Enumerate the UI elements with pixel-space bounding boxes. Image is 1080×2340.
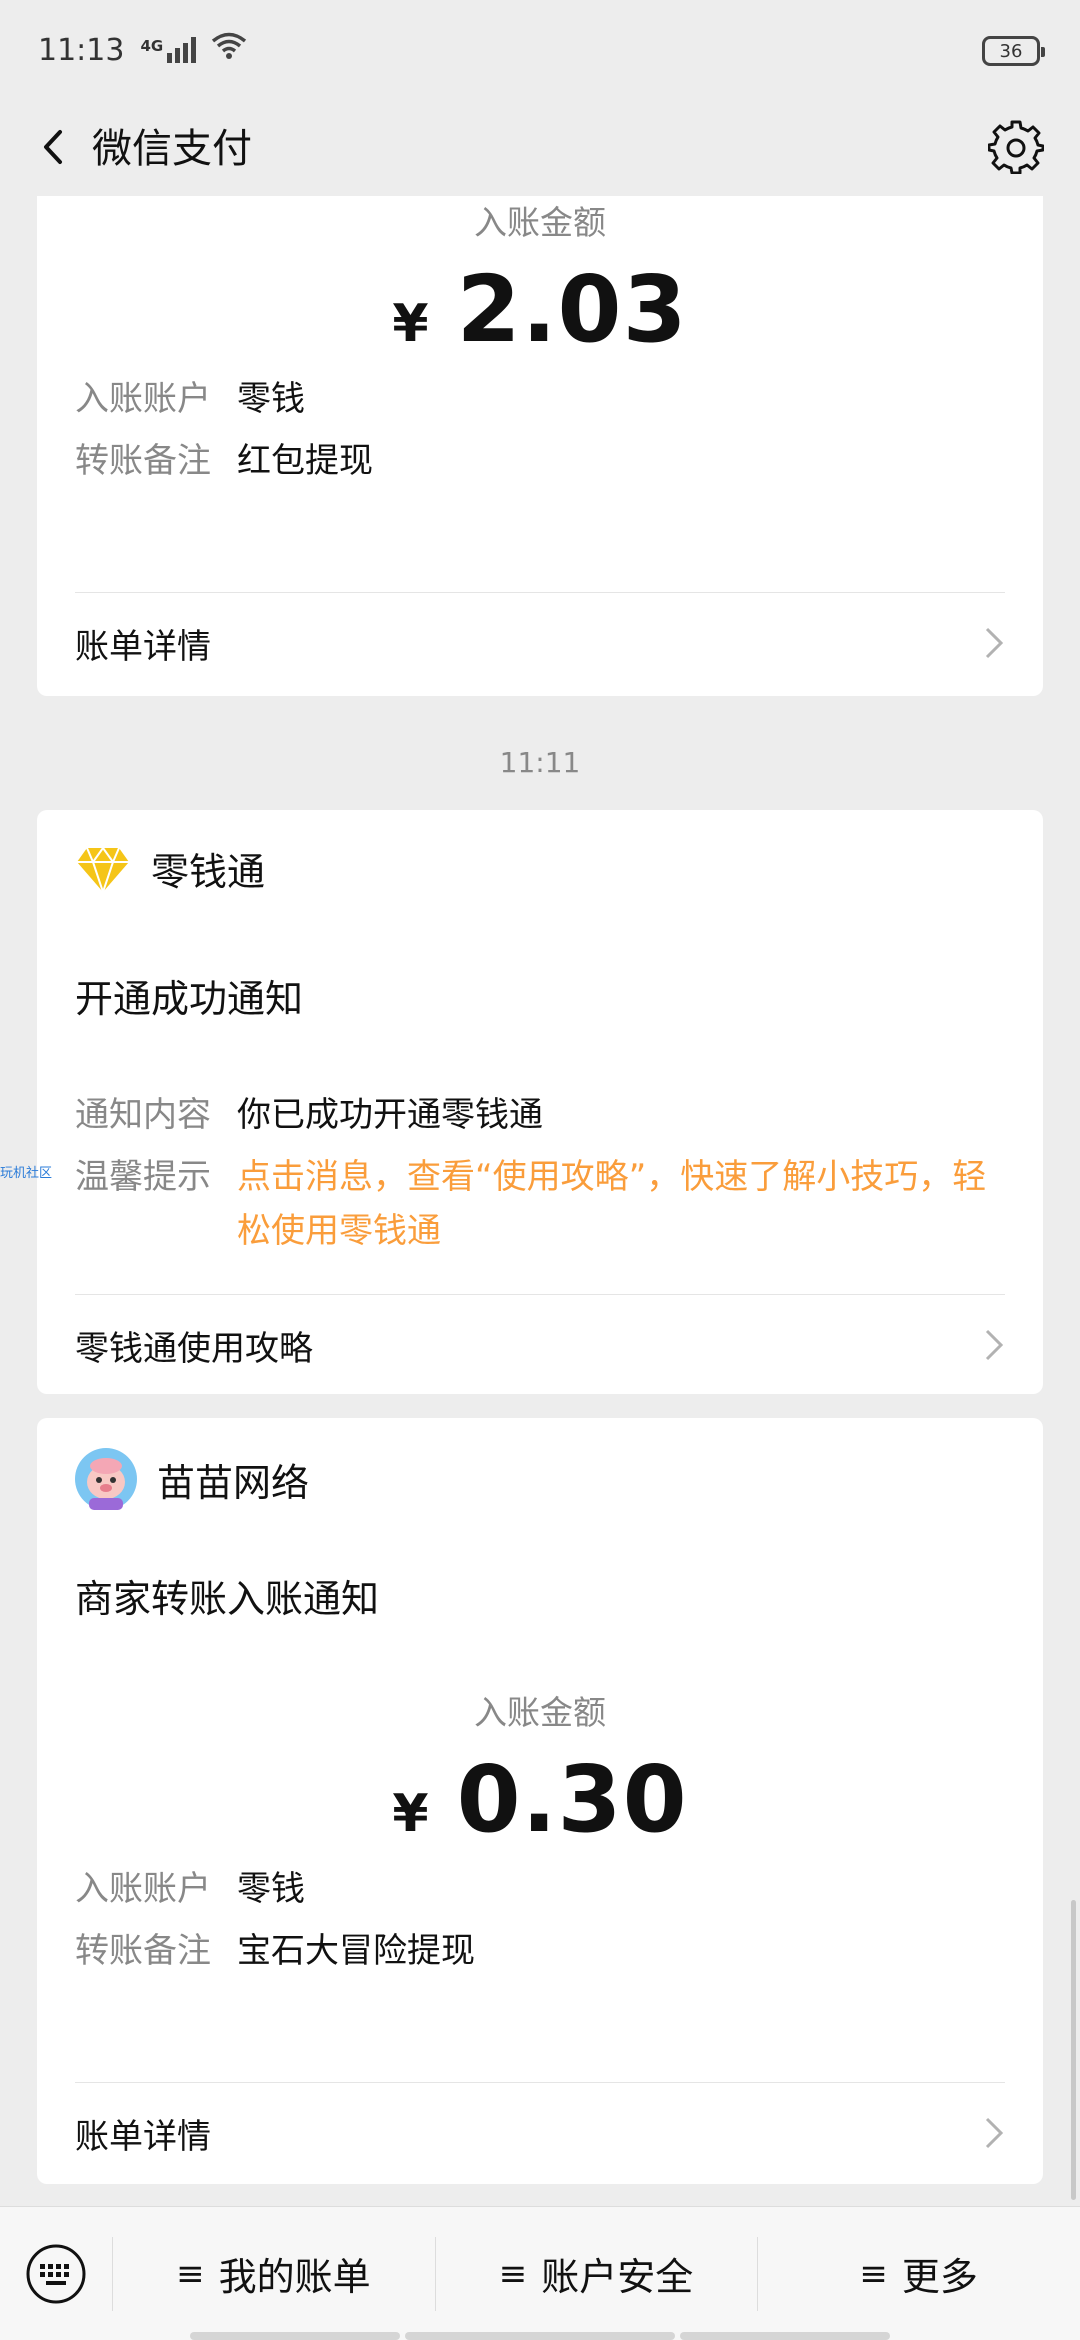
link-label: 账单详情 bbox=[75, 2116, 211, 2157]
bottom-menu-bar: ≡ 我的账单 ≡ 账户安全 ≡ 更多 bbox=[0, 2206, 1080, 2340]
currency-symbol: ¥ bbox=[392, 1784, 429, 1844]
notice-title: 商家转账入账通知 bbox=[75, 1577, 380, 1621]
currency-symbol: ¥ bbox=[392, 294, 429, 354]
row-value: 红包提现 bbox=[237, 441, 373, 481]
chevron-right-icon bbox=[985, 627, 1004, 659]
chevron-right-icon bbox=[985, 2117, 1004, 2149]
back-icon[interactable] bbox=[30, 122, 80, 172]
card-header: 零钱通 bbox=[75, 840, 265, 896]
amount-value: 2.03 bbox=[456, 256, 688, 363]
row-key: 转账备注 bbox=[75, 1931, 211, 1971]
detail-row: 转账备注 宝石大冒险提现 bbox=[75, 1924, 1005, 1978]
link-label: 账单详情 bbox=[75, 626, 211, 667]
detail-row: 转账备注 红包提现 bbox=[75, 434, 1005, 488]
row-key: 入账账户 bbox=[75, 1869, 211, 1909]
battery-icon: 36 bbox=[982, 36, 1045, 66]
menu-account-security[interactable]: ≡ 账户安全 bbox=[434, 2207, 758, 2340]
amount-value: 0.30 bbox=[456, 1746, 688, 1853]
amount-label: 入账金额 bbox=[474, 203, 606, 242]
watermark-tag: 玩机社区 bbox=[0, 1166, 53, 1181]
menu-icon: ≡ bbox=[859, 2253, 888, 2294]
scrollbar[interactable] bbox=[1071, 1900, 1076, 2200]
detail-row: 入账账户 零钱 bbox=[75, 372, 1005, 426]
row-key: 温馨提示 bbox=[75, 1157, 211, 1197]
gesture-bar bbox=[190, 2332, 400, 2340]
guide-link[interactable]: 零钱通使用攻略 bbox=[75, 1295, 1005, 1395]
menu-icon: ≡ bbox=[498, 2253, 528, 2294]
amount-display: ¥ 0.30 bbox=[37, 1746, 1043, 1853]
wifi-icon bbox=[211, 32, 247, 68]
row-value: 你已成功开通零钱通 bbox=[237, 1095, 543, 1135]
detail-row: 通知内容 你已成功开通零钱通 bbox=[75, 1088, 1005, 1142]
status-time: 11:13 bbox=[38, 32, 125, 68]
amount-label: 入账金额 bbox=[474, 1693, 606, 1732]
transfer-card[interactable]: 苗苗网络 商家转账入账通知 入账金额 ¥ 0.30 入账账户 零钱 转账备注 宝… bbox=[37, 1418, 1043, 2184]
battery-level: 36 bbox=[999, 40, 1023, 62]
menu-more[interactable]: ≡ 更多 bbox=[757, 2207, 1080, 2340]
gesture-bar bbox=[680, 2332, 890, 2340]
app-name: 苗苗网络 bbox=[157, 1460, 310, 1505]
row-value: 零钱 bbox=[237, 379, 305, 419]
nav-bar: 微信支付 bbox=[0, 100, 1080, 196]
gesture-bar bbox=[405, 2332, 675, 2340]
row-key: 转账备注 bbox=[75, 441, 211, 481]
gear-icon[interactable] bbox=[987, 118, 1045, 175]
tip-text: 点击消息，查看“使用攻略”，快速了解小技巧，轻松使用零钱通 bbox=[237, 1157, 987, 1251]
bill-details-link[interactable]: 账单详情 bbox=[75, 2083, 1005, 2183]
keyboard-icon bbox=[26, 2244, 86, 2303]
detail-row: 入账账户 零钱 bbox=[75, 1862, 1005, 1916]
status-bar: 11:13 4G 36 bbox=[0, 0, 1080, 100]
menu-label: 账户安全 bbox=[541, 2255, 694, 2299]
bill-details-link[interactable]: 账单详情 bbox=[75, 593, 1005, 693]
menu-label: 我的账单 bbox=[218, 2255, 371, 2299]
row-value: 宝石大冒险提现 bbox=[237, 1931, 475, 1971]
menu-icon: ≡ bbox=[176, 2253, 205, 2294]
chevron-right-icon bbox=[985, 1329, 1004, 1361]
row-value: 零钱 bbox=[237, 1869, 305, 1909]
link-label: 零钱通使用攻略 bbox=[75, 1328, 313, 1369]
menu-my-bills[interactable]: ≡ 我的账单 bbox=[112, 2207, 435, 2340]
merchant-avatar-icon bbox=[75, 1448, 137, 1510]
keyboard-toggle-button[interactable] bbox=[0, 2207, 112, 2340]
notice-card[interactable]: 零钱通 开通成功通知 通知内容 你已成功开通零钱通 温馨提示 点击消息，查看“使… bbox=[37, 810, 1043, 1394]
transfer-card[interactable]: 入账金额 ¥ 2.03 入账账户 零钱 转账备注 红包提现 账单详情 bbox=[37, 196, 1043, 696]
row-key: 通知内容 bbox=[75, 1095, 211, 1135]
network-type: 4G bbox=[140, 37, 164, 55]
message-list[interactable]: 入账金额 ¥ 2.03 入账账户 零钱 转账备注 红包提现 账单详情 11:11 bbox=[0, 196, 1080, 2206]
signal-icon: 4G bbox=[140, 37, 201, 63]
app-name: 零钱通 bbox=[151, 849, 266, 894]
page-title: 微信支付 bbox=[92, 126, 252, 172]
message-timestamp: 11:11 bbox=[499, 746, 581, 779]
row-key: 入账账户 bbox=[75, 379, 211, 419]
amount-display: ¥ 2.03 bbox=[37, 256, 1043, 363]
notice-title: 开通成功通知 bbox=[75, 977, 304, 1021]
diamond-icon bbox=[77, 846, 129, 896]
detail-row: 温馨提示 点击消息，查看“使用攻略”，快速了解小技巧，轻松使用零钱通 bbox=[75, 1150, 1005, 1258]
menu-label: 更多 bbox=[901, 2255, 978, 2299]
card-header: 苗苗网络 bbox=[75, 1448, 309, 1510]
